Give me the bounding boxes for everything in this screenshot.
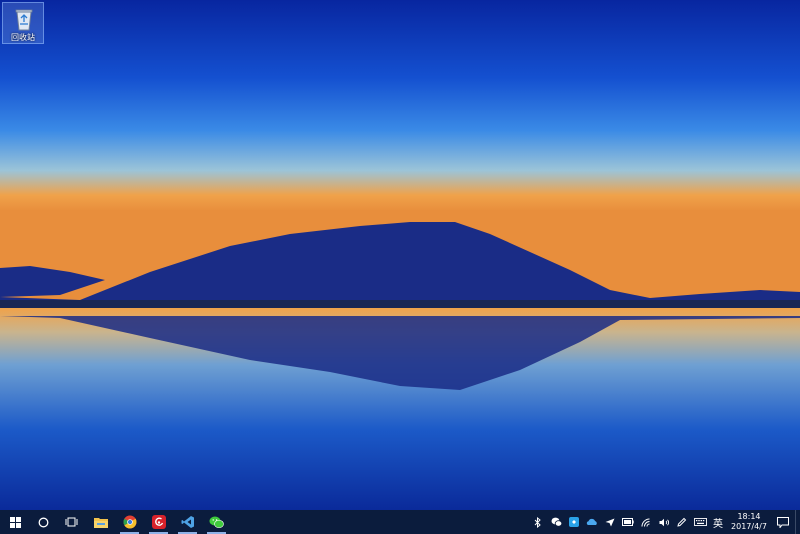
tray-volume[interactable] <box>655 510 673 534</box>
tray-keyboard[interactable] <box>691 510 709 534</box>
tray-app[interactable] <box>565 510 583 534</box>
taskbar-app-netease-music[interactable] <box>144 510 173 534</box>
ime-indicator[interactable]: 英 <box>709 510 727 534</box>
tray-battery[interactable] <box>619 510 637 534</box>
tray-send[interactable] <box>601 510 619 534</box>
tray-onedrive[interactable] <box>583 510 601 534</box>
onedrive-icon <box>586 518 597 525</box>
clock-time: 18:14 <box>737 512 761 521</box>
taskbar-app-file-explorer[interactable] <box>86 510 115 534</box>
send-icon <box>605 518 615 526</box>
visual-studio-icon <box>181 516 194 528</box>
task-view-button[interactable] <box>56 510 86 534</box>
cortana-circle-icon <box>38 517 48 527</box>
keyboard-icon <box>693 518 707 526</box>
taskbar: 英 18:14 2017/4/7 <box>0 510 800 534</box>
wechat-icon <box>209 516 224 528</box>
tray-wifi[interactable] <box>637 510 655 534</box>
chrome-icon <box>123 515 136 529</box>
taskbar-app-visual-studio[interactable] <box>173 510 202 534</box>
tray-app-icon <box>569 517 579 527</box>
desktop: 回收站 英 18:14 2017/4/7 <box>0 0 800 534</box>
show-desktop-button[interactable] <box>795 510 800 534</box>
action-center-icon <box>777 516 789 528</box>
wifi-icon <box>641 518 650 527</box>
taskbar-app-chrome[interactable] <box>115 510 144 534</box>
volume-icon <box>659 518 669 526</box>
recycle-bin-icon <box>15 9 33 31</box>
tray-wechat[interactable] <box>547 510 565 534</box>
clock-date: 2017/4/7 <box>731 522 767 531</box>
action-center-button[interactable] <box>771 510 795 534</box>
pen-icon <box>677 517 687 527</box>
windows-logo-icon <box>9 516 21 528</box>
wechat-tray-icon <box>551 517 562 527</box>
task-view-icon <box>65 517 77 527</box>
file-explorer-icon <box>93 518 108 528</box>
battery-icon <box>622 518 634 526</box>
start-button[interactable] <box>0 510 30 534</box>
wallpaper <box>0 0 800 510</box>
desktop-icon-label: 回收站 <box>11 33 35 42</box>
clock[interactable]: 18:14 2017/4/7 <box>727 510 771 534</box>
netease-music-icon <box>151 515 166 529</box>
system-tray: 英 18:14 2017/4/7 <box>529 510 800 534</box>
tray-bluetooth[interactable] <box>529 510 547 534</box>
taskbar-app-wechat[interactable] <box>202 510 231 534</box>
bluetooth-icon <box>534 516 541 528</box>
cortana-button[interactable] <box>30 510 56 534</box>
desktop-icon-recycle-bin[interactable]: 回收站 <box>2 2 44 44</box>
tray-pen[interactable] <box>673 510 691 534</box>
